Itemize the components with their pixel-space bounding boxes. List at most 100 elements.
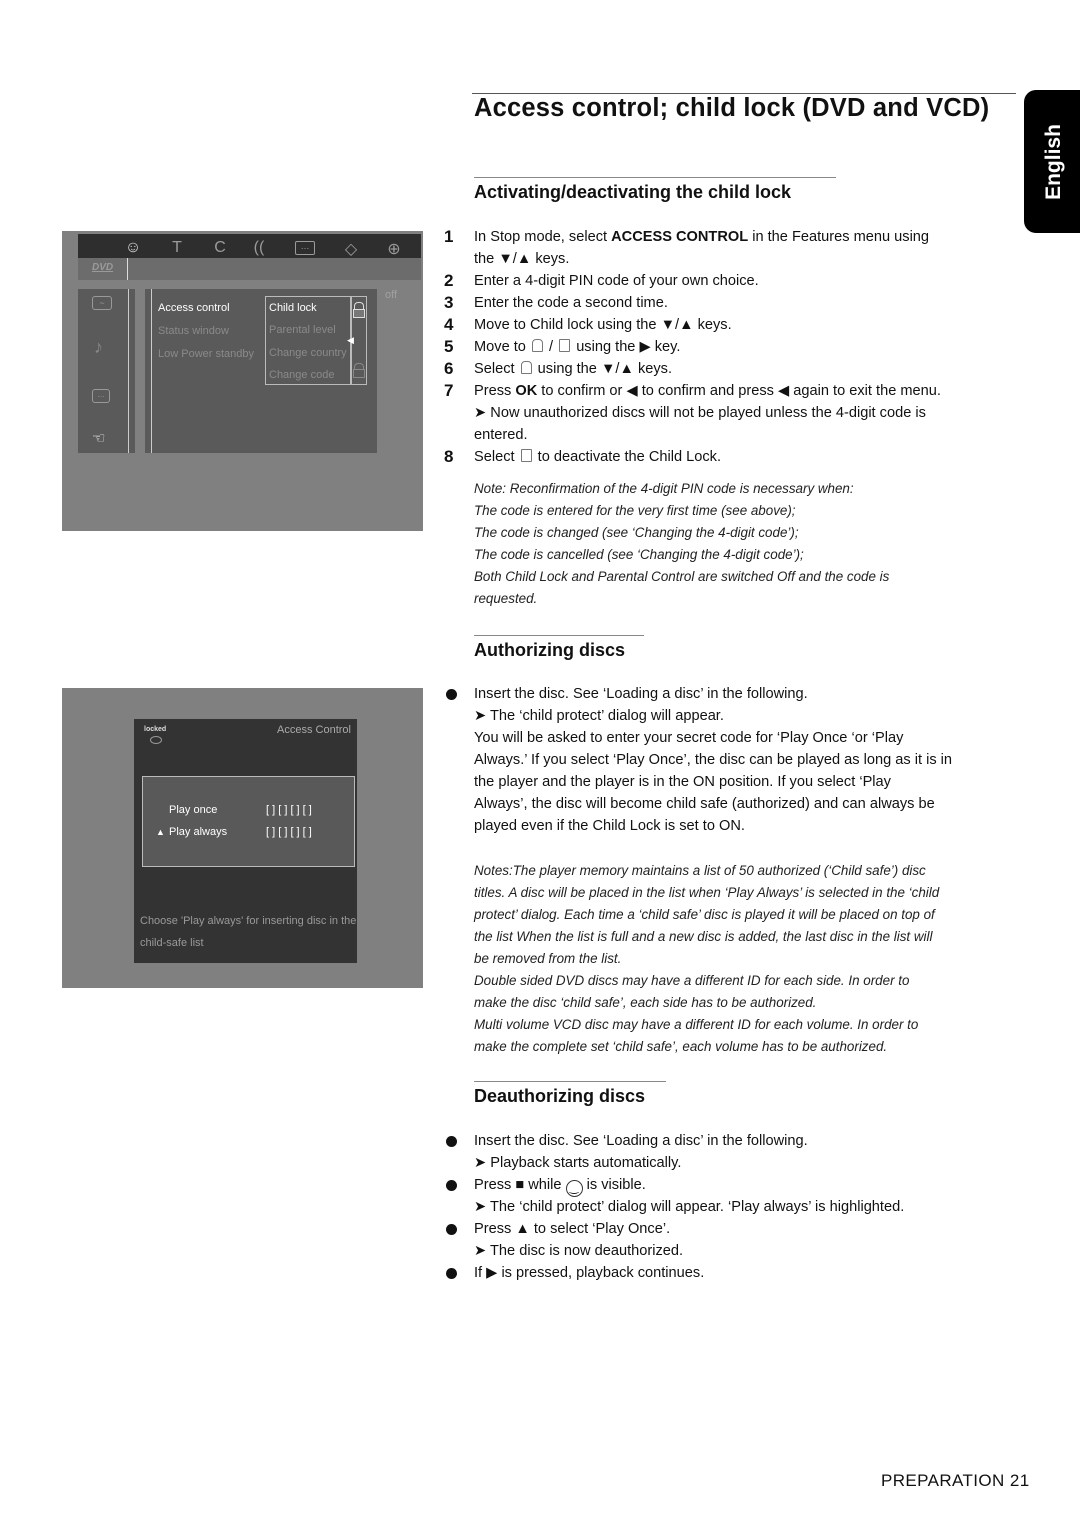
bullet [446, 1268, 457, 1279]
code-entry-box: Play once [ ] [ ] [ ] [ ] ▲ Play always … [142, 776, 355, 867]
step-number: 1 [444, 227, 454, 246]
step-number: 8 [444, 447, 454, 466]
step-text: to confirm or ◀ to confirm and press ◀ a… [537, 383, 941, 399]
section-heading-authorizing: Authorizing discs [474, 640, 626, 660]
dialog-panel: locked Access Control Play once [ ] [ ] … [134, 719, 357, 963]
step-emphasis: ACCESS CONTROL [611, 229, 749, 245]
authorize-para: played even if the Child Lock is set to … [474, 818, 745, 834]
page-footer: PREPARATION 21 [881, 1471, 1030, 1490]
authorize-result: ➤ The ‘child protect’ dialog will appear… [474, 708, 724, 724]
option-play-once[interactable]: Play once [169, 804, 217, 816]
deauthorize-step: Press ▲ to select ‘Play Once’. [474, 1221, 671, 1237]
step-text: in the Features menu using [748, 229, 930, 245]
subtitle-icon: … [295, 241, 315, 255]
language-tab-label: English [1042, 123, 1065, 200]
dvd-logo: DVD [92, 262, 114, 273]
step-5-text: Move to / using the ▶ key. [474, 337, 680, 359]
authorize-para: Always’, the disc will become child safe… [474, 796, 935, 812]
step-number: 3 [444, 293, 454, 312]
section-heading-activating: Activating/deactivating the child lock [474, 182, 792, 202]
authorize-para: Always.’ If you select ‘Play Once’, the … [474, 752, 953, 768]
top-icon-bar: ☺ T C (( … ◇ ⊕ [78, 234, 421, 258]
step-number: 2 [444, 271, 454, 290]
features-menu-screenshot: ☺ T C (( … ◇ ⊕ DVD 1 1 1en 1en no off ~ … [62, 231, 423, 531]
submenu-item-child-lock[interactable]: Child lock [269, 302, 317, 314]
deauthorize-result: ➤ Playback starts automatically. [474, 1155, 682, 1171]
dialog-hint-line2: child-safe list [140, 937, 204, 949]
code-slots-play-once[interactable]: [ ] [ ] [ ] [ ] [266, 804, 312, 816]
title-icon: T [172, 239, 182, 256]
option-play-always[interactable]: Play always [169, 826, 227, 838]
features-hand-icon: ☜ [92, 430, 106, 447]
note-line: Double sided DVD discs may have a differ… [474, 973, 910, 988]
lock-open-icon [559, 339, 571, 352]
submenu-item-parental-level[interactable]: Parental level [269, 324, 336, 336]
note-line: Note: Reconfirmation of the 4-digit PIN … [474, 481, 854, 496]
divider [128, 289, 129, 453]
step-text: is visible. [582, 1177, 646, 1193]
step-4-text: Move to Child lock using the ▼/▲ keys. [474, 317, 732, 333]
divider [151, 289, 152, 453]
selection-marker-icon: ▲ [156, 827, 165, 837]
page-title: Access control; child lock (DVD and VCD) [474, 94, 990, 122]
step-text: Select [474, 361, 519, 377]
deauthorize-step: If ▶ is pressed, playback continues. [474, 1265, 705, 1281]
step-text: Press ■ while [474, 1177, 566, 1193]
deauthorize-step: Press ■ while ‿ is visible. [474, 1175, 646, 1197]
bullet [446, 1224, 457, 1235]
step-7-result: ➤ Now unauthorized discs will not be pla… [474, 405, 926, 421]
step-text: to deactivate the Child Lock. [533, 449, 722, 465]
authorize-para: You will be asked to enter your secret c… [474, 730, 904, 746]
zoom-value: off [384, 289, 398, 301]
code-slots-play-always[interactable]: [ ] [ ] [ ] [ ] [266, 826, 312, 838]
bullet [446, 689, 457, 700]
note-line: titles. A disc will be placed in the lis… [474, 885, 940, 900]
menu-item-low-power-standby[interactable]: Low Power standby [158, 348, 254, 360]
disc-icon [150, 736, 162, 744]
note-line: The code is changed (see ‘Changing the 4… [474, 525, 799, 540]
access-control-submenu: Child lock Parental level Change country… [265, 296, 351, 385]
step-text: using the ▶ key. [572, 339, 681, 355]
step-1-text: In Stop mode, select ACCESS CONTROL in t… [474, 227, 929, 249]
step-text: / [544, 339, 558, 355]
note-line: The code is entered for the very first t… [474, 503, 796, 518]
deauthorize-result: ➤ The disc is now deauthorized. [474, 1243, 684, 1259]
dialog-heading: Access Control [277, 724, 351, 736]
audio-icon: (( [253, 239, 265, 256]
subtitle-bubble-icon: ... [92, 389, 110, 403]
zoom-icon: ⊕ [387, 241, 401, 258]
authorize-para: the player and the player is in the ON p… [474, 774, 891, 790]
note-line: protect’ dialog. Each time a ‘child safe… [474, 907, 935, 922]
lock-open-icon [520, 449, 532, 462]
step-text: using the ▼/▲ keys. [533, 361, 673, 377]
step-number: 4 [444, 315, 454, 334]
unlocked-icon[interactable] [353, 369, 365, 378]
note-line: The code is cancelled (see ‘Changing the… [474, 547, 804, 562]
sound-icon: ♪ [94, 337, 103, 357]
locked-icon[interactable] [353, 309, 365, 318]
lock-closed-icon [520, 361, 532, 374]
step-8-text: Select to deactivate the Child Lock. [474, 447, 721, 469]
step-number: 6 [444, 359, 454, 378]
step-1-line2: the ▼/▲ keys. [474, 251, 570, 267]
child-lock-icon: ☺ [124, 239, 142, 256]
menu-side-icons: ~ ♪ ... ☜ [78, 289, 135, 453]
menu-item-status-window[interactable]: Status window [158, 325, 229, 337]
note-line: Both Child Lock and Parental Control are… [474, 569, 890, 584]
divider [127, 258, 128, 280]
step-6-text: Select using the ▼/▲ keys. [474, 359, 672, 381]
step-7-result-line2: entered. [474, 427, 528, 443]
note-line: the list When the list is full and a new… [474, 929, 933, 944]
picture-icon: ~ [92, 296, 112, 310]
note-line: make the disc ‘child safe’, each side ha… [474, 995, 817, 1010]
step-7-text: Press OK to confirm or ◀ to confirm and … [474, 381, 941, 403]
step-number: 5 [444, 337, 454, 356]
note-line: Notes:The player memory maintains a list… [474, 863, 926, 878]
child-protect-dialog-screenshot: locked Access Control Play once [ ] [ ] … [62, 688, 423, 988]
angle-icon: ◇ [344, 241, 358, 258]
submenu-item-change-code[interactable]: Change code [269, 369, 334, 381]
menu-item-access-control[interactable]: Access control [158, 302, 230, 314]
step-text: Move to [474, 339, 530, 355]
left-arrow-icon: ◀ [347, 335, 354, 345]
submenu-item-change-country[interactable]: Change country [269, 347, 347, 359]
